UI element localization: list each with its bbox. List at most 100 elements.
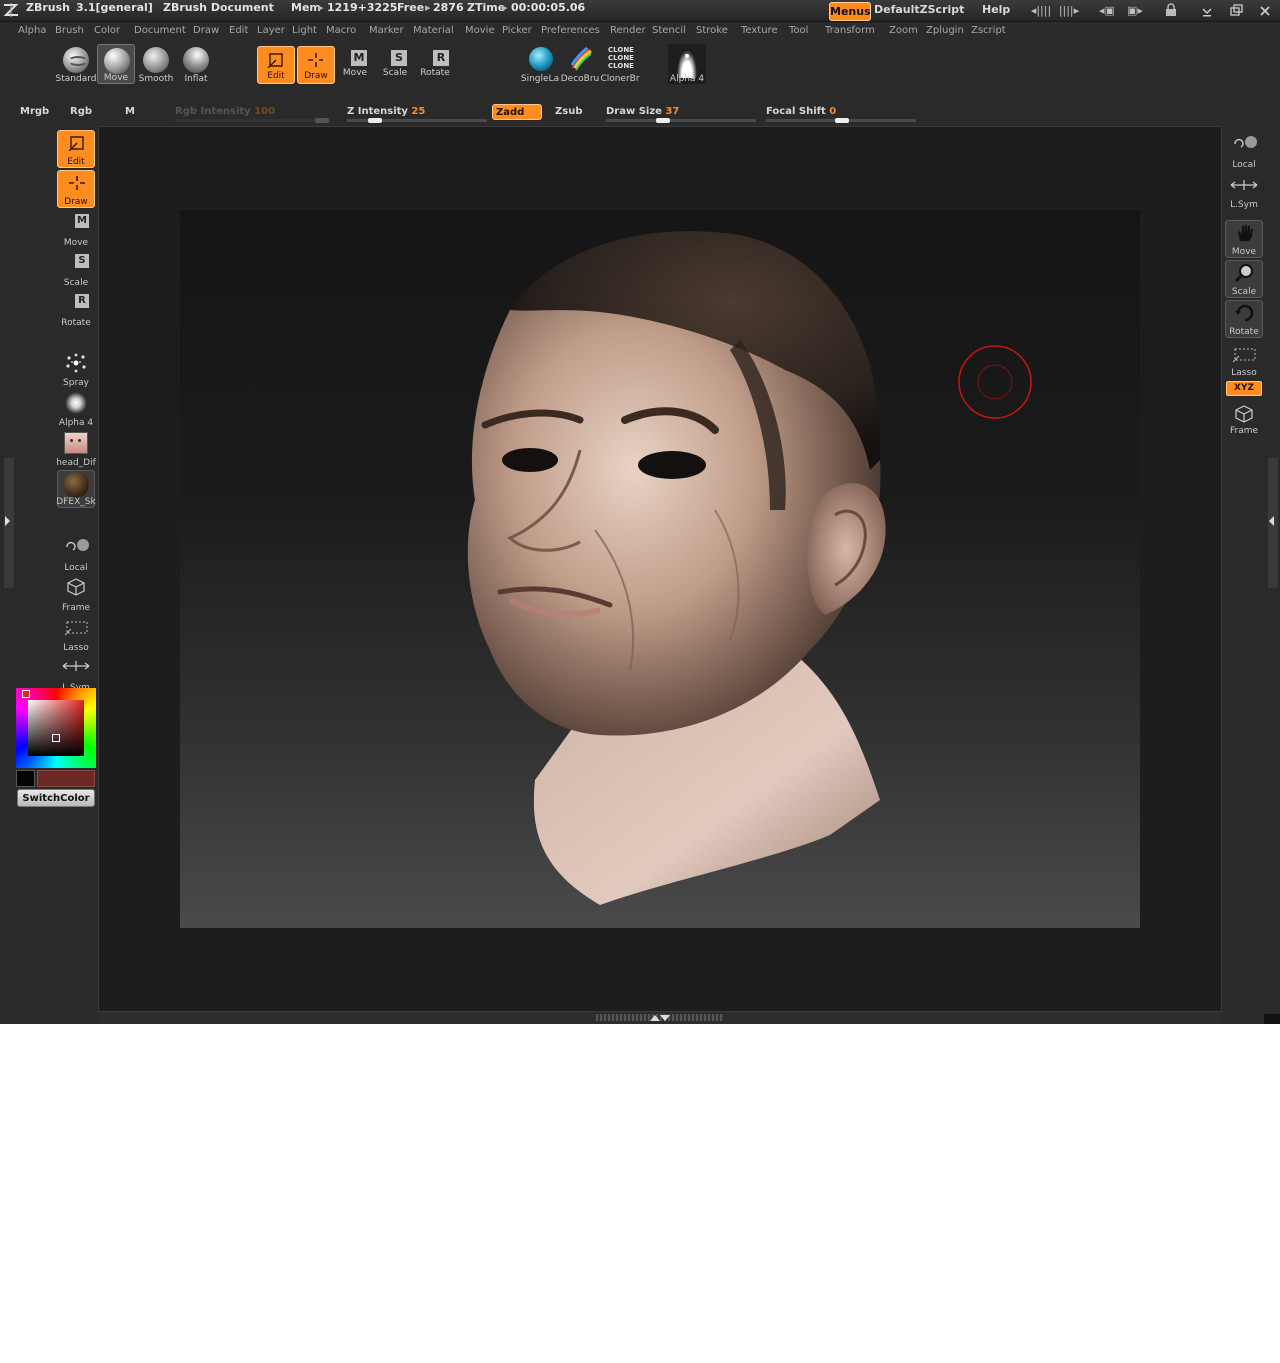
menu-macro[interactable]: Macro [326, 25, 356, 36]
switch-color-button[interactable]: SwitchColor [17, 789, 95, 807]
menu-light[interactable]: Light [292, 25, 317, 36]
mrgb-button[interactable]: Mrgb [20, 106, 49, 117]
rgb-intensity-track[interactable] [175, 119, 330, 122]
menu-transform[interactable]: Transform [825, 25, 875, 36]
menu-color[interactable]: Color [94, 25, 120, 36]
xyz-symmetry-button[interactable]: XYZ [1226, 381, 1262, 396]
menu-movie[interactable]: Movie [465, 25, 495, 36]
color-picker-square[interactable] [28, 700, 84, 756]
scroll-left-icon[interactable]: ◂|||| [1030, 3, 1052, 18]
main-color-swatch[interactable] [37, 770, 95, 787]
expand-left-icon[interactable] [3, 514, 11, 528]
rotate-button[interactable]: R Rotate [417, 46, 453, 82]
shelf-move-button[interactable]: M Move [57, 210, 95, 248]
menu-picker[interactable]: Picker [502, 25, 532, 36]
draw-size-track[interactable] [606, 119, 756, 122]
rgb-button[interactable]: Rgb [70, 106, 92, 117]
menu-alpha[interactable]: Alpha [18, 25, 46, 36]
secondary-color-swatch[interactable] [16, 770, 35, 787]
move-brush-icon [104, 48, 130, 74]
draw-size-knob[interactable] [656, 118, 670, 123]
rgb-intensity-value: 100 [254, 106, 276, 117]
alpha-selector[interactable]: Alpha 4 [668, 44, 706, 84]
scale-button[interactable]: S Scale [377, 46, 413, 82]
menu-texture[interactable]: Texture [741, 25, 778, 36]
stroke-clonerbrush[interactable]: CLONE CLONE CLONE ClonerBr [600, 44, 639, 84]
menu-document[interactable]: Document [134, 25, 186, 36]
brush-standard[interactable]: Standard [56, 44, 96, 84]
shelf-lasso-button[interactable]: Lasso [57, 615, 95, 653]
brush-inflat[interactable]: Inflat [177, 44, 215, 84]
color-marker[interactable] [52, 734, 60, 742]
stroke-decobrush[interactable]: DecoBru [561, 44, 599, 84]
brush-smooth[interactable]: Smooth [137, 44, 175, 84]
scroll-right-icon[interactable]: ||||▸ [1058, 3, 1080, 18]
menu-marker[interactable]: Marker [369, 25, 404, 36]
menu-preferences[interactable]: Preferences [541, 25, 600, 36]
zscript-name[interactable]: DefaultZScript [874, 3, 964, 16]
layout-next-icon[interactable]: ▣▸ [1124, 3, 1146, 18]
shelf-frame-button[interactable]: Frame [57, 575, 95, 613]
close-icon[interactable] [1258, 4, 1272, 18]
rotate-icon [1235, 304, 1254, 322]
ztime-label: ZTime [467, 1, 506, 14]
draw-button[interactable]: Draw [297, 46, 335, 84]
right-frame-button[interactable]: Frame [1225, 398, 1263, 436]
shelf-rotate-button[interactable]: R Rotate [57, 290, 95, 328]
restore-icon[interactable] [1229, 4, 1243, 18]
rotate-r-icon: R [433, 50, 449, 66]
free-label: Free [397, 1, 425, 14]
menu-edit[interactable]: Edit [229, 25, 248, 36]
expand-bottom-icon[interactable] [648, 1013, 670, 1023]
menu-zscript[interactable]: Zscript [971, 25, 1006, 36]
right-lsym-button[interactable]: L.Sym [1225, 172, 1263, 210]
menu-material[interactable]: Material [413, 25, 454, 36]
hue-marker[interactable] [22, 690, 30, 698]
shelf-spray-button[interactable]: Spray [57, 350, 95, 388]
m-button[interactable]: M [125, 106, 135, 117]
shelf-alpha-button[interactable]: Alpha 4 [57, 390, 95, 428]
z-intensity-knob[interactable] [368, 118, 382, 123]
lock-icon[interactable] [1164, 3, 1178, 17]
right-rotate-button[interactable]: Rotate [1225, 300, 1263, 338]
right-local-button[interactable]: Local [1225, 132, 1263, 170]
resize-corner[interactable] [1264, 1014, 1280, 1024]
shelf-scale-button[interactable]: S Scale [57, 250, 95, 288]
right-lasso-button[interactable]: Lasso [1225, 340, 1263, 378]
right-move-button[interactable]: Move [1225, 220, 1263, 258]
menu-zoom[interactable]: Zoom [889, 25, 918, 36]
arrow-right-icon: ▸ [425, 1, 431, 14]
menu-draw[interactable]: Draw [193, 25, 219, 36]
focal-shift-knob[interactable] [835, 118, 849, 123]
move-button[interactable]: M Move [337, 46, 373, 82]
menu-layer[interactable]: Layer [257, 25, 285, 36]
smooth-brush-icon [143, 47, 169, 73]
shelf-local-button[interactable]: Local [57, 535, 95, 573]
head-model[interactable] [440, 220, 910, 920]
layout-prev-icon[interactable]: ◂▣ [1096, 3, 1118, 18]
zsub-button[interactable]: Zsub [555, 106, 582, 117]
shelf-texture-button[interactable]: head_Dif [56, 430, 96, 468]
brush-move[interactable]: Move [97, 44, 135, 84]
menu-tool[interactable]: Tool [789, 25, 808, 36]
zadd-button[interactable]: Zadd [492, 104, 542, 120]
minimize-icon[interactable] [1200, 4, 1214, 18]
right-scale-button[interactable]: Scale [1225, 260, 1263, 298]
rgb-intensity-knob[interactable] [315, 118, 329, 123]
menu-brush[interactable]: Brush [55, 25, 84, 36]
shelf-scale-label: Scale [63, 278, 89, 288]
menu-render[interactable]: Render [610, 25, 646, 36]
shelf-draw-button[interactable]: Draw [57, 170, 95, 208]
edit-button[interactable]: Edit [257, 46, 295, 84]
menu-zplugin[interactable]: Zplugin [926, 25, 964, 36]
shelf-material-button[interactable]: DFEX_Sk [56, 470, 96, 508]
shelf-edit-button[interactable]: Edit [57, 130, 95, 168]
help-link[interactable]: Help [982, 3, 1010, 16]
expand-right-icon[interactable] [1268, 514, 1276, 528]
menu-stroke[interactable]: Stroke [696, 25, 728, 36]
right-scale-label: Scale [1231, 287, 1257, 297]
menus-button[interactable]: Menus [829, 2, 871, 21]
arrow-right-icon: ▸ [318, 1, 324, 14]
menu-stencil[interactable]: Stencil [652, 25, 686, 36]
stroke-singlelayer[interactable]: SingleLa [521, 44, 559, 84]
